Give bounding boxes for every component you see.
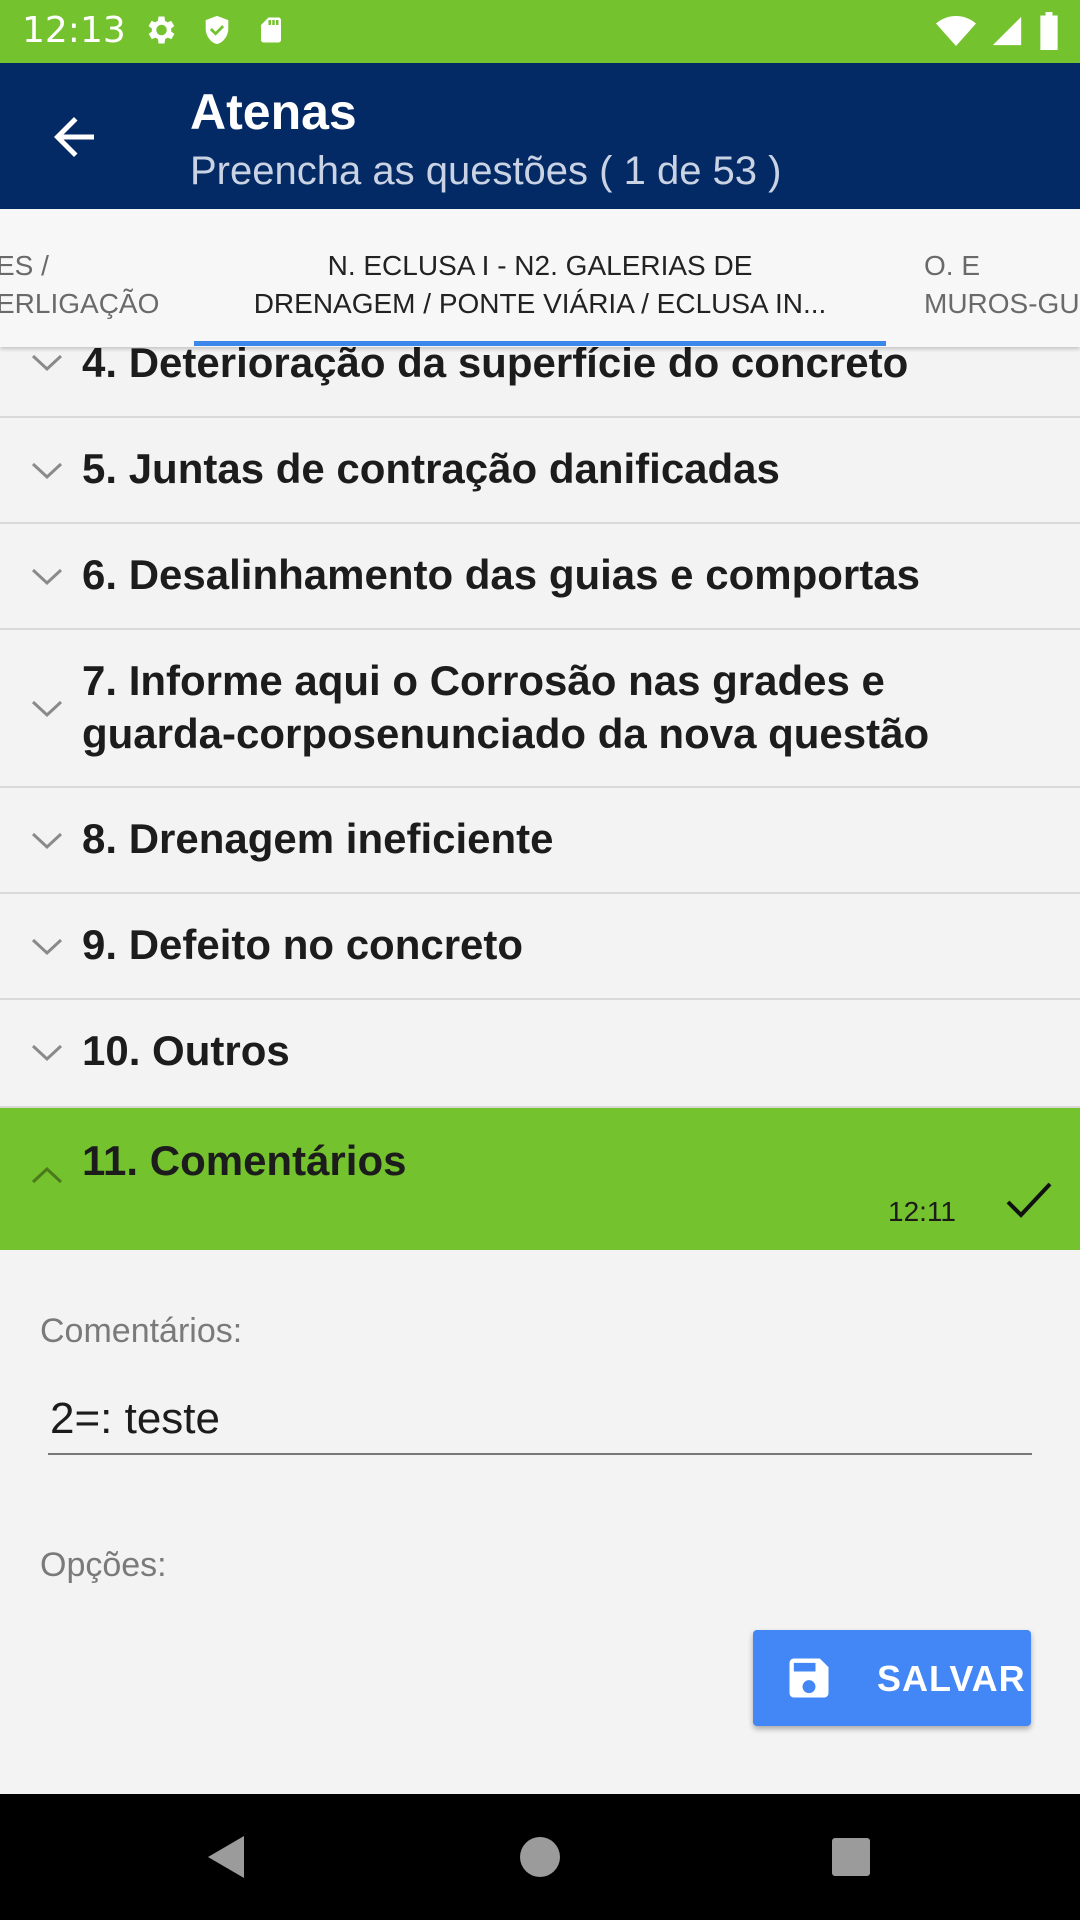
gear-icon [148, 16, 175, 44]
page-subtitle: Preencha as questões ( 1 de 53 ) [190, 149, 782, 193]
section-tabs: ES / ERLIGAÇÃO N. ECLUSA I - N2. GALERIA… [0, 209, 1080, 347]
tab-label-line: ES / [0, 250, 49, 281]
question-label: 8. Drenagem ineficiente [82, 815, 554, 862]
chevron-up-icon [31, 1166, 63, 1184]
tab-label-line: O. E [924, 250, 981, 281]
signal-icon [992, 16, 1022, 46]
status-bar: 12:13 [0, 0, 1080, 63]
status-time: 12:13 [22, 10, 126, 51]
question-item-9[interactable]: 9. Defeito no concreto [0, 894, 1080, 1000]
answer-timestamp: 12:11 [888, 1196, 956, 1227]
chevron-down-icon [31, 1044, 63, 1062]
question-item-8[interactable]: 8. Drenagem ineficiente [0, 788, 1080, 894]
tab-previous-section[interactable]: ES / ERLIGAÇÃO [0, 247, 159, 323]
comment-field-label: Comentários: [40, 1312, 243, 1350]
comment-input[interactable] [48, 1385, 1032, 1455]
save-button[interactable]: SALVAR [753, 1630, 1031, 1726]
back-arrow-icon[interactable] [44, 107, 104, 167]
chevron-down-icon [31, 568, 63, 586]
question-label: 6. Desalinhamento das guias e comportas [82, 551, 920, 598]
question-label-line: guarda-corposenunciado da nova questão [82, 710, 930, 757]
chevron-down-icon [31, 700, 63, 718]
chevron-down-icon [31, 938, 63, 956]
floppy-disk-icon [789, 1658, 829, 1698]
question-item-6[interactable]: 6. Desalinhamento das guias e comportas [0, 524, 1080, 630]
recents-square-icon[interactable] [826, 1832, 876, 1882]
tab-current-section[interactable]: N. ECLUSA I - N2. GALERIAS DE DRENAGEM /… [194, 247, 886, 323]
question-label: 11. Comentários [82, 1137, 407, 1184]
back-triangle-icon[interactable] [202, 1832, 252, 1882]
battery-icon [1040, 12, 1058, 50]
tab-next-section[interactable]: O. E MUROS-GU [924, 247, 1080, 323]
sd-card-icon [261, 17, 281, 43]
tab-label-line: DRENAGEM / PONTE VIÁRIA / ECLUSA IN... [253, 288, 827, 319]
app-bar: Atenas Preencha as questões ( 1 de 53 ) [0, 63, 1080, 209]
navigation-bar [0, 1794, 1080, 1920]
question-item-10[interactable]: 10. Outros [0, 1000, 1080, 1108]
home-circle-icon[interactable] [515, 1832, 565, 1882]
checkmark-icon [1006, 1182, 1052, 1218]
options-label: Opções: [40, 1546, 167, 1584]
question-label: 10. Outros [82, 1027, 290, 1074]
question-label: 9. Defeito no concreto [82, 921, 524, 968]
page-title: Atenas [190, 84, 357, 140]
tab-label-line: MUROS-GU [924, 288, 1080, 319]
tab-indicator [194, 341, 886, 346]
question-label-line: 7. Informe aqui o Corrosão nas grades e [82, 657, 885, 704]
tab-label-line: N. ECLUSA I - N2. GALERIAS DE [327, 250, 753, 281]
chevron-down-icon [31, 832, 63, 850]
question-item-5[interactable]: 5. Juntas de contração danificadas [0, 418, 1080, 524]
question-item-11[interactable]: 11. Comentários 12:11 [0, 1108, 1080, 1250]
save-button-label: SALVAR [877, 1658, 1026, 1699]
wifi-icon [936, 16, 976, 46]
chevron-down-icon [31, 462, 63, 480]
tab-label-line: ERLIGAÇÃO [0, 288, 160, 319]
question-item-7[interactable]: 7. Informe aqui o Corrosão nas grades e … [0, 630, 1080, 788]
shield-icon [205, 15, 229, 45]
chevron-down-icon [31, 354, 63, 372]
question-label: 5. Juntas de contração danificadas [82, 445, 780, 492]
